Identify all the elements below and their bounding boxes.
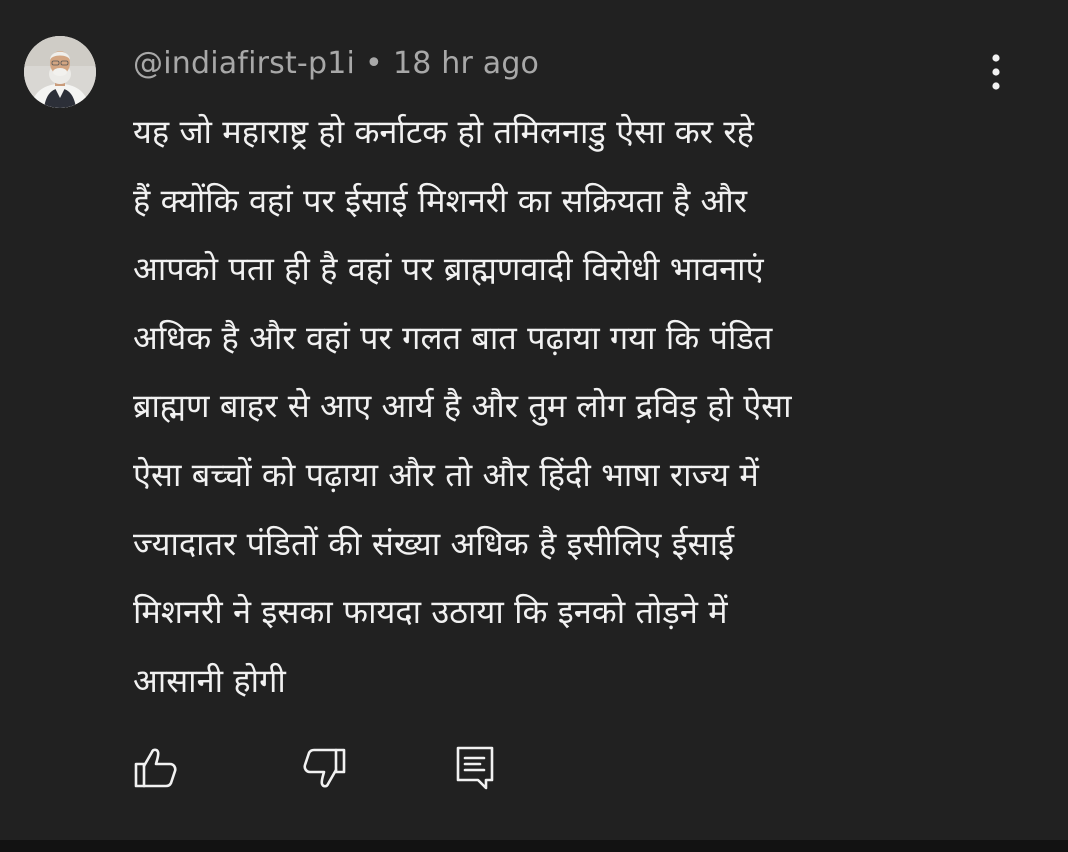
reply-button[interactable]	[446, 740, 506, 800]
comment-line: मिशनरी ने इसका फायदा उठाया कि इनको तोड़न…	[133, 593, 728, 632]
comment-line: ऐसा बच्चों को पढ़ाया और तो और हिंदी भाषा…	[133, 455, 759, 494]
more-vertical-icon	[992, 54, 1000, 90]
comment-line: यह जो महाराष्ट्र हो कर्नाटक हो तमिलनाडु …	[133, 113, 754, 151]
comment-meta: @indiafirst-p1i • 18 hr ago	[133, 44, 539, 84]
comment-line: ब्राह्मण बाहर से आए आर्य है और तुम लोग द…	[133, 387, 792, 426]
reply-comment-icon	[456, 746, 494, 790]
comment-line: आपको पता ही है वहां पर ब्राह्मणवादी विरो…	[133, 250, 764, 289]
avatar-image	[24, 36, 96, 108]
meta-separator: •	[365, 46, 383, 81]
dislike-button[interactable]	[294, 740, 354, 800]
avatar[interactable]	[24, 36, 96, 108]
like-button[interactable]	[126, 740, 186, 800]
comment-timestamp[interactable]: 18 hr ago	[393, 46, 539, 81]
comment-line: अधिक है और वहां पर गलत बात पढ़ाया गया कि…	[133, 318, 773, 357]
author-handle[interactable]: @indiafirst-p1i	[133, 46, 355, 81]
more-options-button[interactable]	[978, 48, 1014, 96]
comment-line: हैं क्योंकि वहां पर ईसाई मिशनरी का सक्रि…	[133, 181, 748, 220]
comment-text: यह जो महाराष्ट्र हो कर्नाटक हो तमिलनाडु …	[133, 98, 973, 715]
thumbs-down-icon	[303, 748, 346, 788]
bottom-divider	[0, 840, 1068, 852]
comment-line: आसानी होगी	[133, 661, 286, 700]
thumbs-up-icon	[134, 748, 177, 788]
comment-line: ज्यादातर पंडितों की संख्या अधिक है इसीलि…	[133, 524, 735, 563]
